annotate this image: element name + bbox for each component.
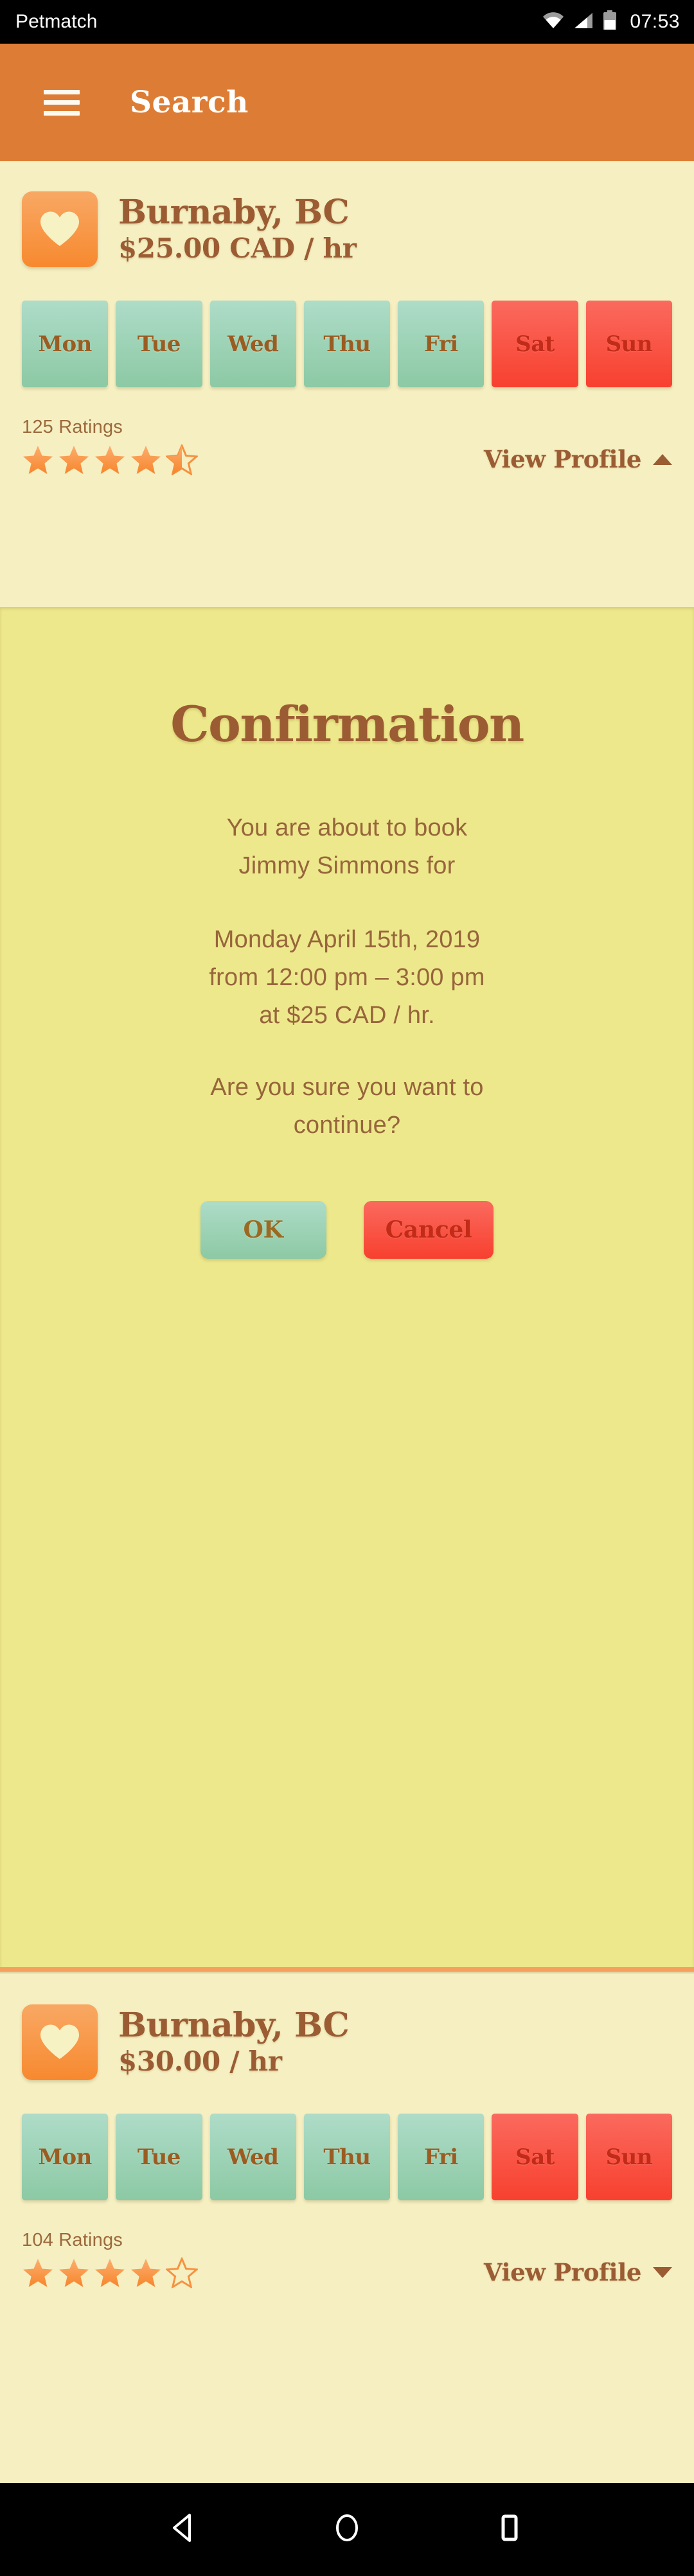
- confirmation-actions: OK Cancel: [0, 1201, 694, 1259]
- star-rating: [22, 444, 198, 475]
- page-title: Search: [130, 85, 249, 120]
- day-chip-tue[interactable]: Tue: [116, 301, 202, 387]
- confirmation-line-4: from 12:00 pm – 3:00 pm: [209, 963, 485, 991]
- view-profile-toggle[interactable]: View Profile: [484, 2261, 672, 2288]
- heart-icon: [39, 2024, 80, 2061]
- star-icon-full: [22, 444, 54, 475]
- status-bar-icons: 07:53: [542, 10, 680, 34]
- listing-location: Burnaby, BC: [118, 192, 350, 232]
- cellular-signal-icon: [573, 12, 594, 33]
- confirmation-line-2: Jimmy Simmons for: [238, 852, 456, 879]
- day-chip-mon[interactable]: Mon: [22, 301, 109, 387]
- listing-location: Burnaby, BC: [118, 2005, 350, 2045]
- confirmation-booking-details: Monday April 15th, 2019 from 12:00 pm – …: [0, 921, 694, 1035]
- confirmation-panel: Confirmation You are about to book Jimmy…: [0, 607, 694, 1967]
- day-chip-thu[interactable]: Thu: [303, 301, 391, 387]
- star-icon-full: [130, 2257, 162, 2288]
- confirmation-booking-intro: You are about to book Jimmy Simmons for: [0, 809, 694, 885]
- star-icon-full: [94, 444, 126, 475]
- cancel-button[interactable]: Cancel: [363, 1201, 494, 1259]
- listing-price: $30.00 / hr: [118, 2045, 282, 2077]
- star-icon-full: [58, 444, 90, 475]
- availability-day-row: Mon Tue Wed Thu Fri Sat Sun: [0, 301, 694, 387]
- day-chip-wed[interactable]: Wed: [209, 2114, 296, 2200]
- chevron-down-icon: [653, 2267, 672, 2278]
- confirmation-line-6: Are you sure you want to: [210, 1074, 484, 1101]
- wifi-icon: [542, 12, 564, 33]
- card-divider: [0, 1967, 694, 1974]
- hamburger-menu-icon[interactable]: [44, 89, 80, 116]
- favorite-button[interactable]: [22, 191, 98, 267]
- star-icon-empty: [166, 2257, 198, 2288]
- home-button[interactable]: [330, 2511, 364, 2548]
- star-rating: [22, 2257, 198, 2288]
- confirmation-line-3: Monday April 15th, 2019: [213, 925, 481, 953]
- ratings-block: 125 Ratings: [22, 418, 198, 475]
- status-app-name: Petmatch: [15, 11, 98, 32]
- listing-footer: 125 Ratings View Profile: [0, 418, 694, 475]
- view-profile-label: View Profile: [483, 445, 642, 473]
- listing-card[interactable]: Burnaby, BC $25.00 CAD / hr Mon Tue Wed …: [0, 161, 694, 607]
- phone-screen: Petmatch 07:53 Search Burnaby, BC $25.00…: [0, 0, 694, 2576]
- star-icon-full: [58, 2257, 90, 2288]
- view-profile-toggle[interactable]: View Profile: [484, 448, 672, 475]
- availability-day-row: Mon Tue Wed Thu Fri Sat Sun: [0, 2114, 694, 2200]
- day-chip-fri[interactable]: Fri: [398, 301, 485, 387]
- day-chip-wed[interactable]: Wed: [209, 301, 296, 387]
- confirmation-line-1: You are about to book: [226, 814, 468, 841]
- status-clock: 07:53: [630, 11, 680, 32]
- listing-head-text: Burnaby, BC $25.00 CAD / hr: [118, 192, 357, 265]
- confirmation-question: Are you sure you want to continue?: [0, 1069, 694, 1144]
- listing-head-text: Burnaby, BC $30.00 / hr: [118, 2005, 350, 2078]
- recents-button[interactable]: [493, 2511, 526, 2548]
- back-button[interactable]: [168, 2511, 201, 2548]
- ratings-count: 104 Ratings: [22, 2230, 123, 2250]
- view-profile-label: View Profile: [483, 2258, 642, 2286]
- listing-price: $25.00 CAD / hr: [118, 232, 357, 264]
- day-chip-sun[interactable]: Sun: [585, 2114, 672, 2200]
- ok-button[interactable]: OK: [200, 1201, 326, 1259]
- android-nav-bar: [0, 2483, 694, 2576]
- battery-icon: [603, 10, 617, 34]
- day-chip-tue[interactable]: Tue: [116, 2114, 202, 2200]
- day-chip-sun[interactable]: Sun: [585, 301, 672, 387]
- day-chip-sat[interactable]: Sat: [492, 2114, 578, 2200]
- chevron-up-icon: [653, 454, 672, 465]
- ratings-count: 125 Ratings: [22, 417, 123, 437]
- day-chip-fri[interactable]: Fri: [398, 2114, 485, 2200]
- confirmation-line-5: at $25 CAD / hr.: [259, 1001, 435, 1029]
- day-chip-thu[interactable]: Thu: [303, 2114, 391, 2200]
- status-bar: Petmatch 07:53: [0, 0, 694, 44]
- star-icon-full: [94, 2257, 126, 2288]
- listing-card[interactable]: Burnaby, BC $30.00 / hr Mon Tue Wed Thu …: [0, 1967, 694, 2417]
- ratings-block: 104 Ratings: [22, 2231, 198, 2288]
- star-icon-half: [166, 444, 198, 475]
- day-chip-mon[interactable]: Mon: [22, 2114, 109, 2200]
- confirmation-line-7: continue?: [293, 1112, 401, 1139]
- listing-header: Burnaby, BC $30.00 / hr: [0, 1967, 694, 2080]
- star-icon-full: [22, 2257, 54, 2288]
- day-chip-sat[interactable]: Sat: [492, 301, 578, 387]
- favorite-button[interactable]: [22, 2004, 98, 2080]
- heart-icon: [39, 211, 80, 248]
- listing-footer: 104 Ratings View Profile: [0, 2231, 694, 2288]
- confirmation-title: Confirmation: [170, 696, 524, 753]
- app-bar: Search: [0, 44, 694, 161]
- star-icon-full: [130, 444, 162, 475]
- listing-header: Burnaby, BC $25.00 CAD / hr: [0, 161, 694, 267]
